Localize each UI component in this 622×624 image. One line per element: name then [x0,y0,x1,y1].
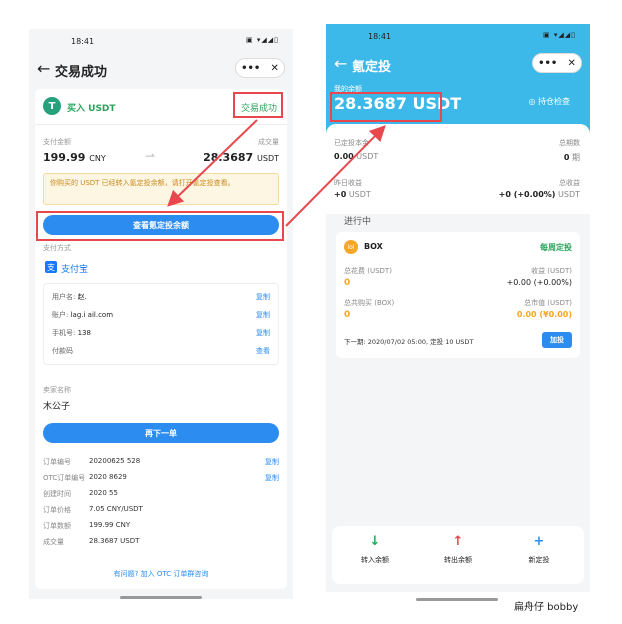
annotation-arrows [167,119,386,227]
watermark: 扁舟仔 bobby [514,602,579,613]
arrow-status-to-button [167,119,258,207]
arrow-button-to-balance [285,125,386,227]
